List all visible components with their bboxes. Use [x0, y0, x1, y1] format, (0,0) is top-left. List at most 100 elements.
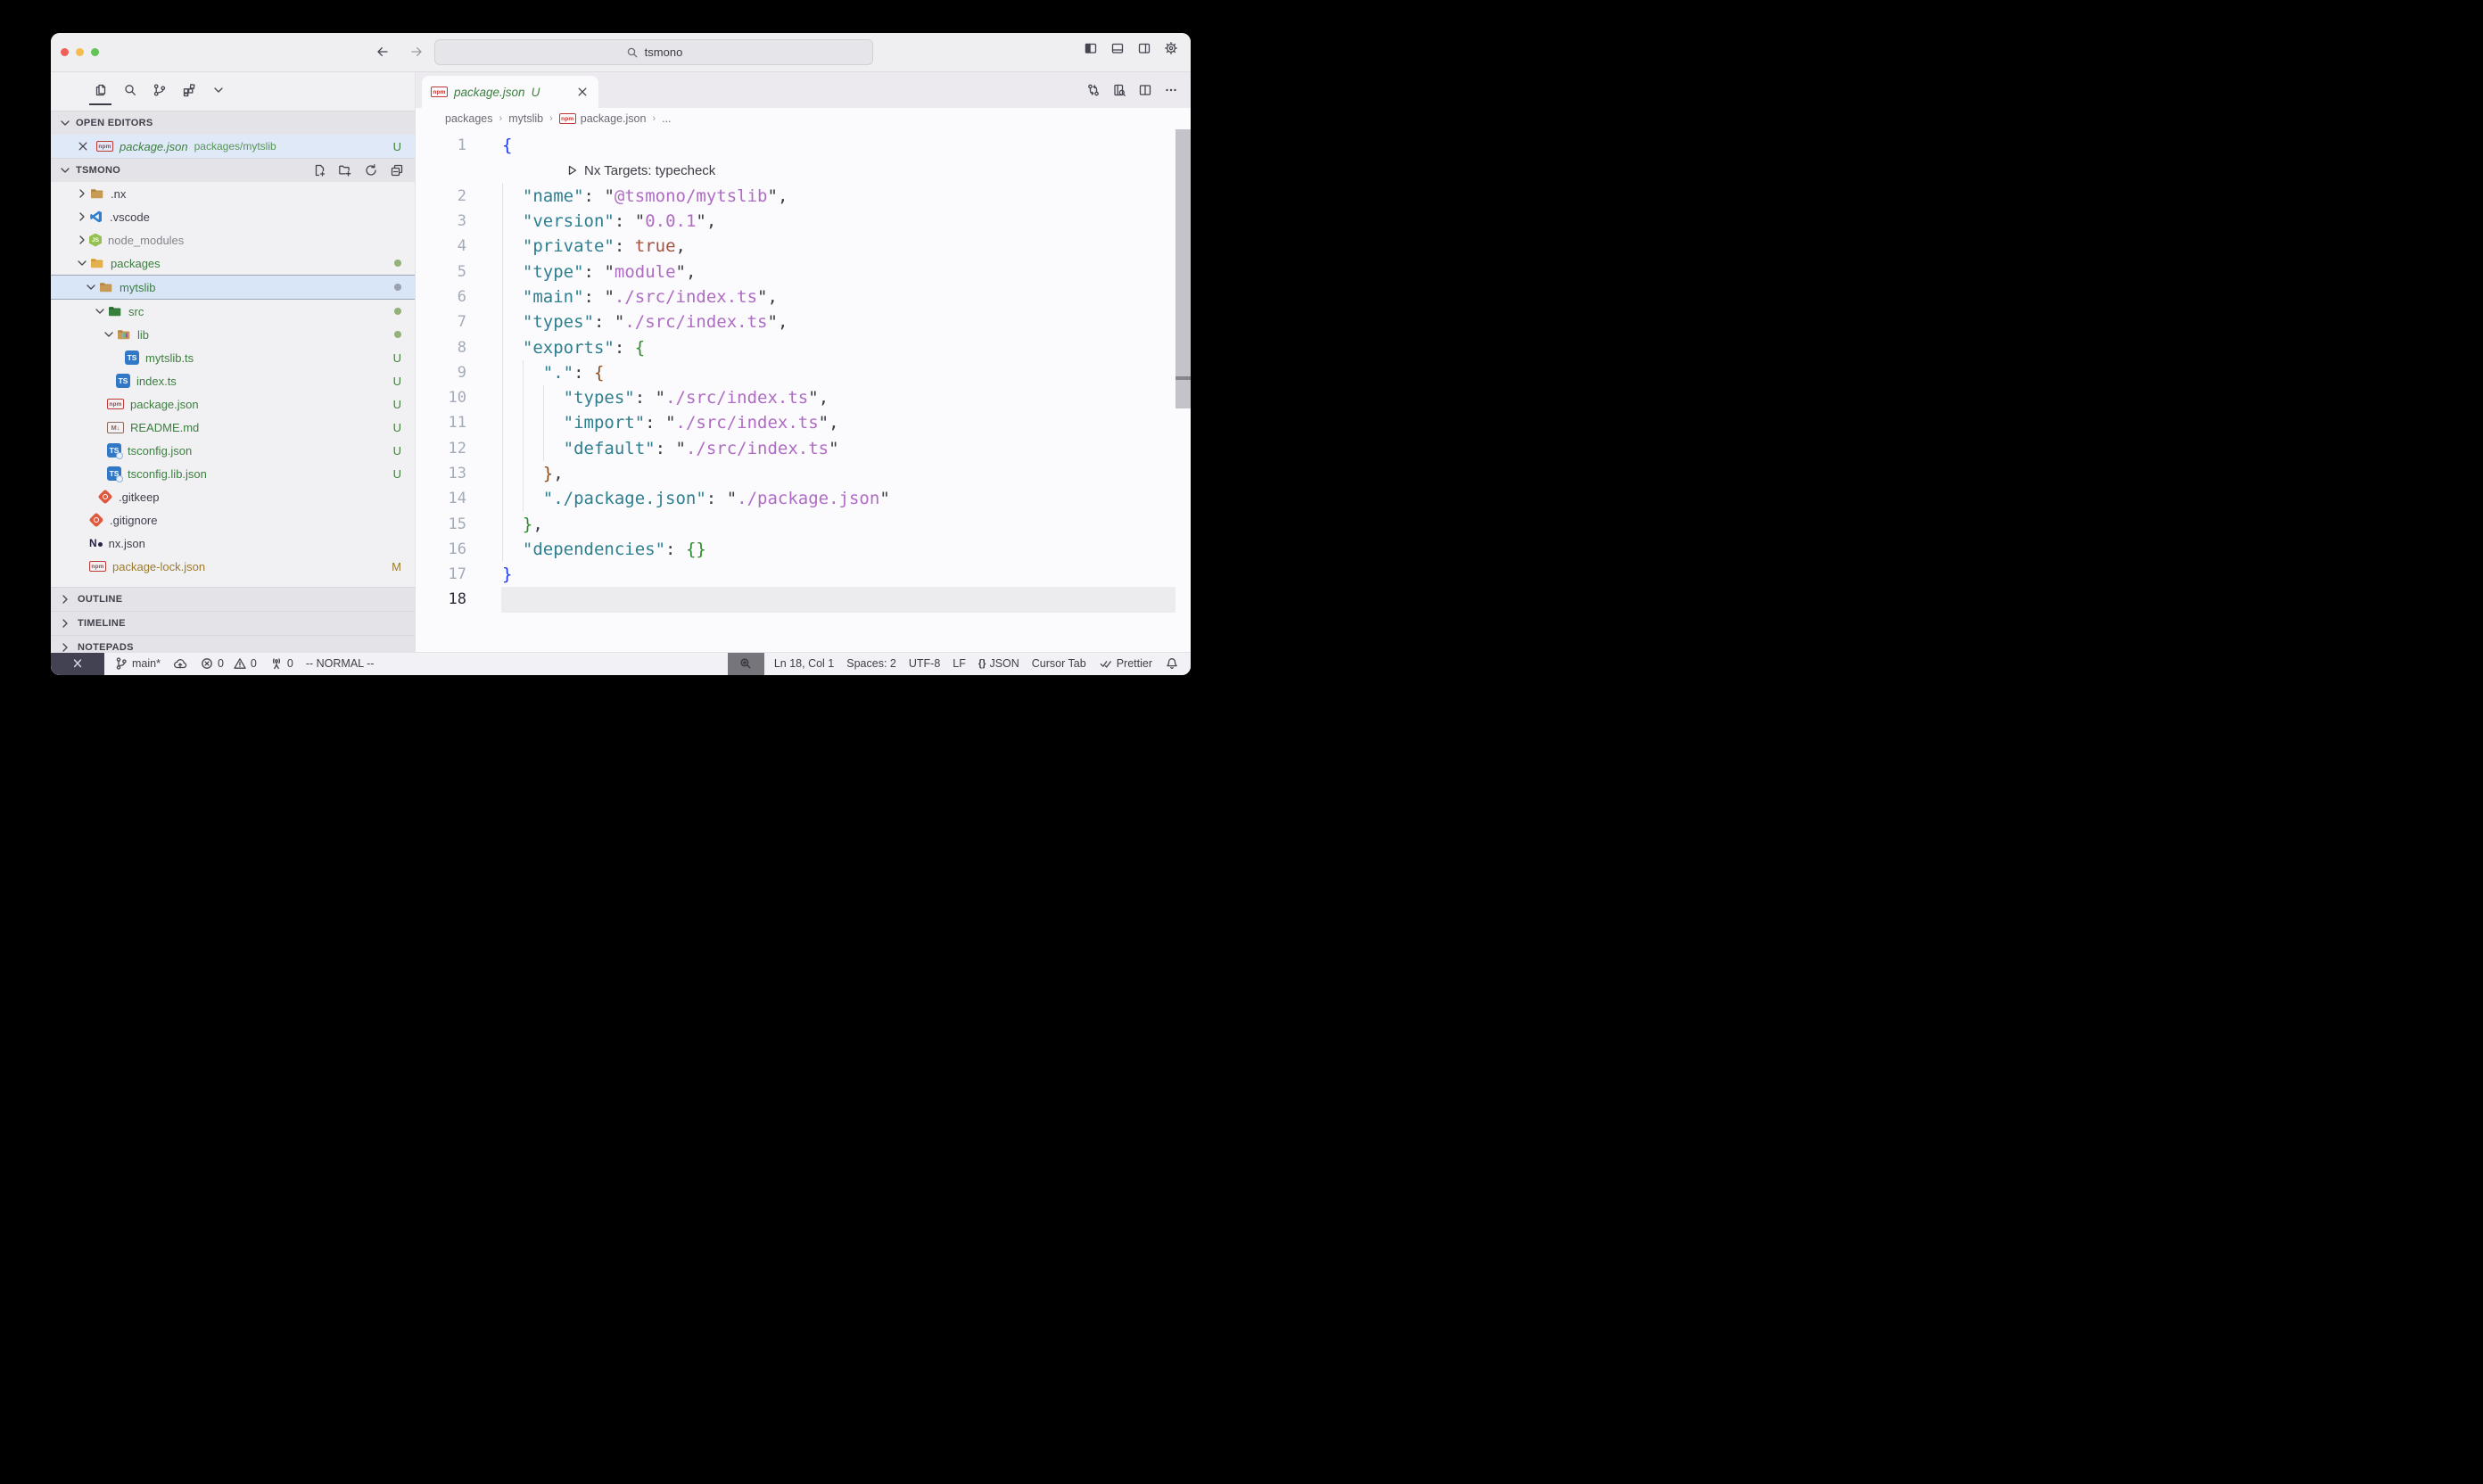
braces-icon: {} [978, 658, 986, 669]
tree-item-readme-md[interactable]: M↓README.mdU [51, 416, 415, 439]
language-mode[interactable]: {}JSON [972, 653, 1026, 676]
chevron-down-icon[interactable] [93, 304, 107, 318]
ports-indicator[interactable]: 0 [263, 653, 300, 676]
tree-item-package-lock-json[interactable]: npmpackage-lock.jsonM [51, 555, 415, 578]
remote-indicator[interactable] [51, 653, 104, 676]
code-line-8[interactable]: 8 "exports": { [416, 334, 1191, 359]
activity-chevron-down-icon[interactable] [207, 78, 229, 101]
layout-sidebar-left-icon[interactable] [1084, 41, 1098, 55]
code-line-17[interactable]: 17} [416, 562, 1191, 587]
problems-indicator[interactable]: 00 [194, 653, 263, 676]
tree-item-src[interactable]: src [51, 300, 415, 323]
zoom-window-button[interactable] [91, 48, 99, 56]
tree-item-index-ts[interactable]: TSindex.tsU [51, 369, 415, 392]
indentation[interactable]: Spaces: 2 [840, 653, 903, 676]
forward-icon[interactable] [409, 45, 424, 59]
split-editor-icon[interactable] [1138, 83, 1152, 97]
code-line-10[interactable]: 10 "types": "./src/index.ts", [416, 385, 1191, 410]
code-line-1[interactable]: 1{ [416, 133, 1191, 158]
close-tab-icon[interactable] [575, 85, 590, 99]
code-lens-nx-targets[interactable]: Nx Targets: typecheck [416, 158, 1191, 183]
code-line-11[interactable]: 11 "import": "./src/index.ts", [416, 410, 1191, 435]
change-dot [394, 260, 401, 267]
breadcrumb-item[interactable]: ... [662, 112, 671, 125]
gear-icon[interactable] [1164, 41, 1178, 55]
new-folder-icon[interactable] [338, 163, 352, 177]
tree-item-package-json[interactable]: npmpackage.jsonU [51, 392, 415, 416]
chevron-right-icon[interactable] [75, 210, 89, 224]
new-file-icon[interactable] [312, 163, 326, 177]
code-line-14[interactable]: 14 "./package.json": "./package.json" [416, 486, 1191, 511]
open-editors-header[interactable]: OPEN EDITORS [51, 111, 415, 135]
cursor-tab[interactable]: Cursor Tab [1026, 653, 1093, 676]
preview-search-icon[interactable] [1112, 83, 1126, 97]
run-icon[interactable] [565, 163, 579, 177]
minimize-window-button[interactable] [76, 48, 84, 56]
code-line-3[interactable]: 3 "version": "0.0.1", [416, 209, 1191, 234]
activity-source-control-icon[interactable] [148, 78, 170, 101]
section-outline[interactable]: OUTLINE [51, 587, 415, 611]
tree-item-node-modules[interactable]: JSnode_modules [51, 228, 415, 251]
layout-panel-icon[interactable] [1110, 41, 1125, 55]
tree-item-nx-json[interactable]: Nnx.json [51, 532, 415, 555]
chevron-down-icon[interactable] [84, 280, 98, 294]
tree-item-mytslib-ts[interactable]: TSmytslib.tsU [51, 346, 415, 369]
layout-sidebar-right-icon[interactable] [1137, 41, 1151, 55]
chevron-down-icon[interactable] [102, 327, 116, 342]
tree-item-label: package.json [130, 398, 199, 411]
encoding[interactable]: UTF-8 [903, 653, 946, 676]
branch-indicator[interactable]: main* [108, 653, 167, 676]
code-line-18[interactable]: 18 [416, 587, 1191, 612]
publish-button[interactable] [167, 653, 194, 676]
editor-scrollbar[interactable] [1176, 129, 1191, 652]
tree-item--vscode[interactable]: .vscode [51, 205, 415, 228]
code-line-5[interactable]: 5 "type": "module", [416, 259, 1191, 284]
back-icon[interactable] [375, 45, 390, 59]
code-line-12[interactable]: 12 "default": "./src/index.ts" [416, 436, 1191, 461]
cursor-position[interactable]: Ln 18, Col 1 [768, 653, 840, 676]
close-icon[interactable] [76, 139, 90, 153]
tree-item-packages[interactable]: packages [51, 251, 415, 275]
tree-item--gitignore[interactable]: .gitignore [51, 508, 415, 532]
activity-files-icon[interactable] [89, 78, 111, 101]
breadcrumb-item[interactable]: mytslib [508, 112, 543, 125]
close-window-button[interactable] [61, 48, 69, 56]
breadcrumb-item[interactable]: npmpackage.json [559, 112, 647, 125]
open-editor-item[interactable]: npm package.json packages/mytslib U [51, 135, 415, 158]
code-line-4[interactable]: 4 "private": true, [416, 234, 1191, 259]
code-line-7[interactable]: 7 "types": "./src/index.ts", [416, 309, 1191, 334]
vim-mode-indicator[interactable]: -- NORMAL -- [300, 653, 381, 676]
code-line-15[interactable]: 15 }, [416, 511, 1191, 536]
chevron-down-icon[interactable] [75, 256, 89, 270]
tree-item-tsconfig-json[interactable]: TStsconfig.jsonU [51, 439, 415, 462]
scrollbar-thumb[interactable] [1176, 129, 1191, 408]
tower-icon [269, 656, 284, 671]
section-timeline[interactable]: TIMELINE [51, 611, 415, 635]
code-line-13[interactable]: 13 }, [416, 461, 1191, 486]
code-line-9[interactable]: 9 ".": { [416, 360, 1191, 385]
breadcrumb-item[interactable]: packages [445, 112, 493, 125]
tree-item-tsconfig-lib-json[interactable]: TStsconfig.lib.jsonU [51, 462, 415, 485]
code-editor[interactable]: 1{Nx Targets: typecheck2 "name": "@tsmon… [416, 129, 1191, 652]
notifications-bell[interactable] [1159, 653, 1185, 676]
tree-item-mytslib[interactable]: mytslib [51, 275, 415, 300]
chevron-right-icon[interactable] [75, 186, 89, 201]
ellipsis-icon[interactable] [1164, 83, 1178, 97]
eol[interactable]: LF [946, 653, 972, 676]
activity-search-icon[interactable] [119, 78, 141, 101]
tab-package-json[interactable]: npm package.json U [422, 76, 598, 108]
prettier[interactable]: Prettier [1093, 653, 1159, 676]
code-line-16[interactable]: 16 "dependencies": {} [416, 537, 1191, 562]
chevron-right-icon[interactable] [75, 233, 89, 247]
refresh-icon[interactable] [364, 163, 378, 177]
collapse-all-icon[interactable] [390, 163, 404, 177]
tree-item--gitkeep[interactable]: .gitkeep [51, 485, 415, 508]
code-line-6[interactable]: 6 "main": "./src/index.ts", [416, 284, 1191, 309]
command-center-search[interactable]: tsmono [434, 39, 873, 65]
code-line-2[interactable]: 2 "name": "@tsmono/mytslib", [416, 184, 1191, 209]
activity-extensions-icon[interactable] [177, 78, 200, 101]
tree-item-lib[interactable]: lib [51, 323, 415, 346]
git-compare-icon[interactable] [1086, 83, 1101, 97]
tree-item--nx[interactable]: .nx [51, 182, 415, 205]
explorer-header[interactable]: TSMONO [51, 158, 415, 182]
